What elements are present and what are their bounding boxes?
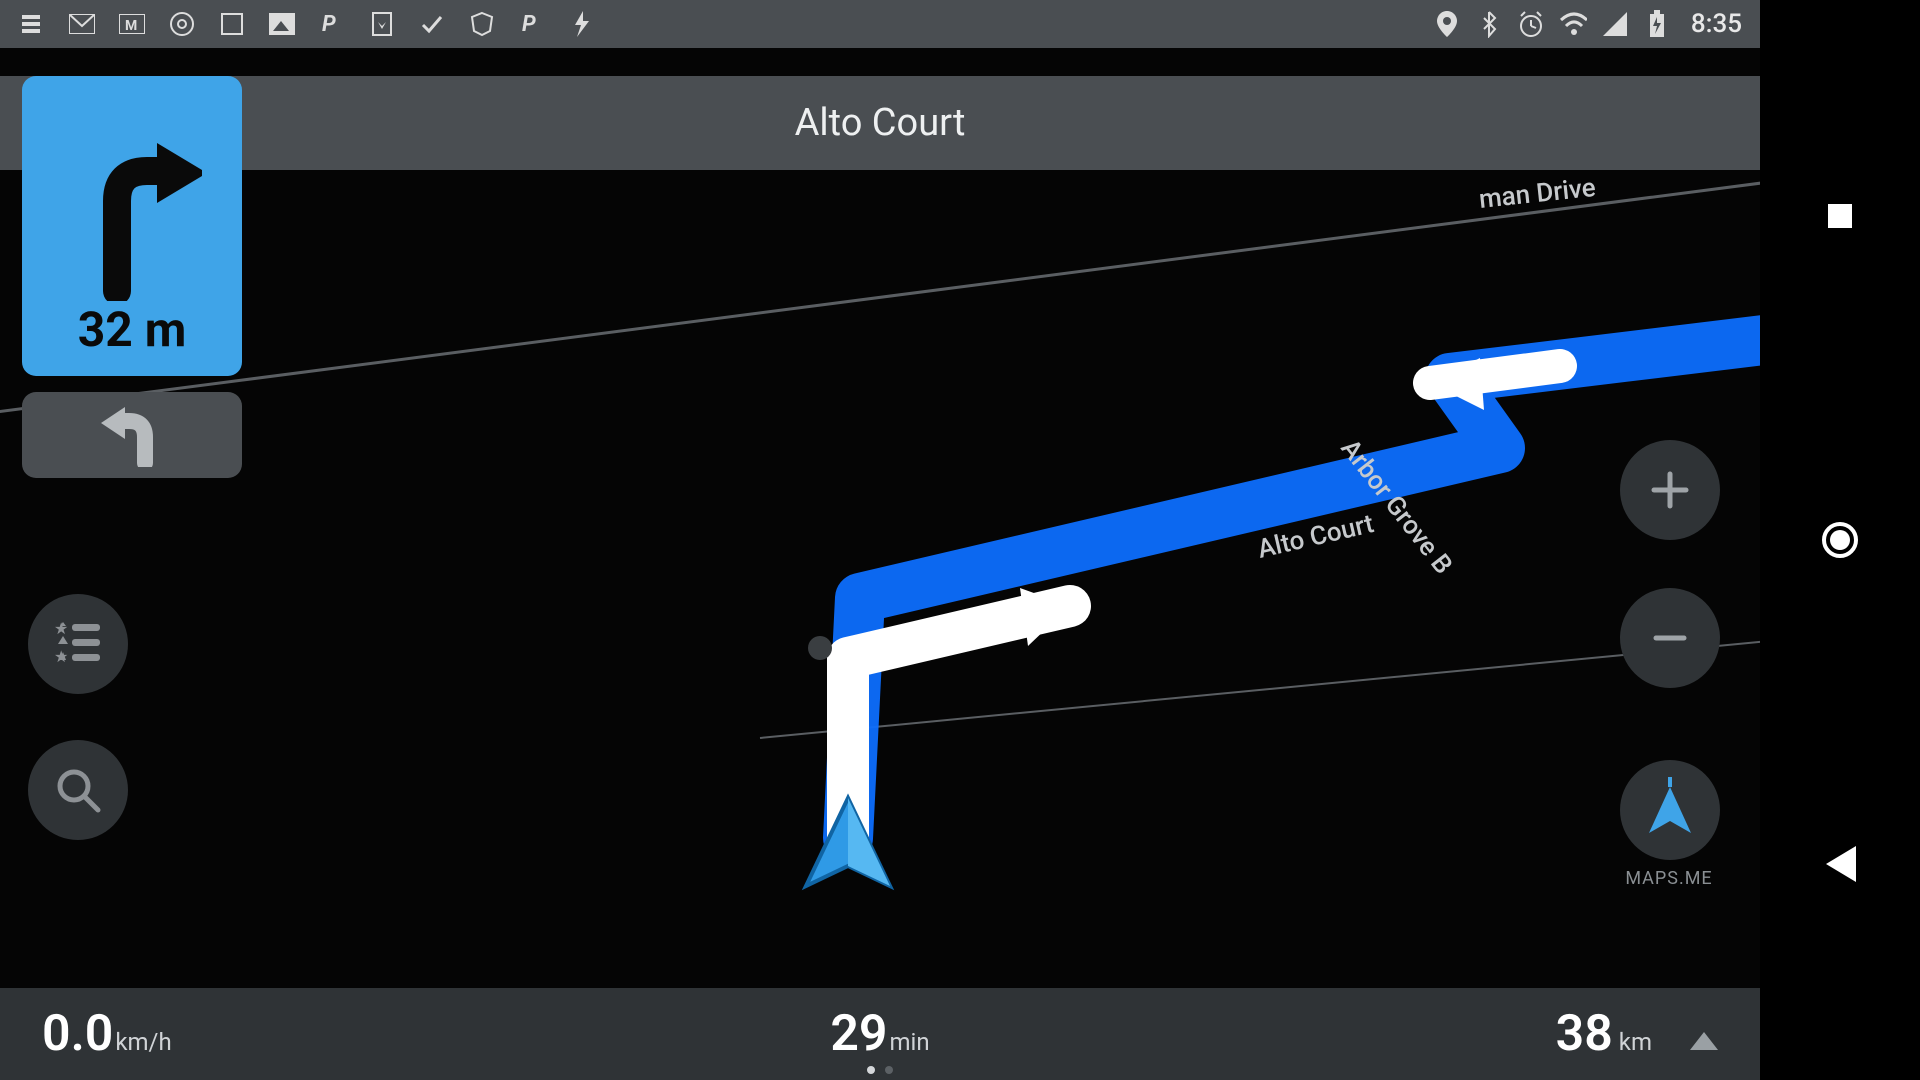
battery-icon (1643, 10, 1671, 38)
search-button[interactable] (28, 740, 128, 840)
check-icon (418, 10, 446, 38)
download-icon (368, 10, 396, 38)
wifi-icon (1559, 10, 1587, 38)
speed-value: 0.0 (42, 1005, 113, 1063)
bookmarks-button[interactable]: ★ ★ (28, 594, 128, 694)
signal-icon (1601, 10, 1629, 38)
recent-apps-button[interactable] (1818, 194, 1862, 238)
bolt-icon (568, 10, 596, 38)
page-indicator (867, 1066, 893, 1074)
eta-value: 29 (830, 1005, 887, 1063)
svg-text:★: ★ (54, 647, 68, 666)
next-turn-card[interactable]: 32 m (22, 76, 242, 376)
speed-unit: km/h (115, 1028, 171, 1056)
mail-icon (68, 10, 96, 38)
compass-button[interactable] (1620, 760, 1720, 860)
paypal2-icon: P (518, 10, 546, 38)
svg-text:★: ★ (54, 622, 68, 638)
bookmarks-icon: ★ ★ (52, 622, 104, 666)
zoom-in-button[interactable] (1620, 440, 1720, 540)
search-icon (54, 766, 102, 814)
back-button[interactable] (1818, 842, 1862, 886)
eta-metric: 29min (830, 1005, 929, 1063)
plus-icon (1648, 468, 1692, 512)
gmail-icon: M (118, 10, 146, 38)
turn-distance: 32 m (78, 301, 187, 358)
distance-value: 38 (1556, 1005, 1613, 1063)
shield-icon (468, 10, 496, 38)
svg-text:P: P (522, 12, 536, 37)
app-icon (18, 10, 46, 38)
android-status-bar: M P P 8:35 (0, 0, 1760, 48)
alarm-icon (1517, 10, 1545, 38)
road-label-drive: man Drive (1478, 173, 1598, 215)
compass-label: MAPS.ME (1616, 868, 1722, 889)
street-name-label: Alto Court (795, 101, 966, 145)
chrome-icon (168, 10, 196, 38)
map-canvas[interactable]: Alto Court Arbor Grove B man Drive (0, 48, 1760, 1080)
speed-metric: 0.0km/h (42, 1005, 172, 1063)
status-clock: 8:35 (1691, 9, 1742, 39)
minus-icon (1648, 616, 1692, 660)
trip-status-bar[interactable]: 0.0km/h 29min 38km (0, 988, 1760, 1080)
photo-icon (268, 10, 296, 38)
location-icon (1433, 10, 1461, 38)
turn-left-icon (97, 403, 167, 467)
paypal-icon: P (318, 10, 346, 38)
svg-text:P: P (322, 12, 336, 37)
android-nav-bar (1760, 0, 1920, 1080)
bluetooth-icon (1475, 10, 1503, 38)
turn-right-icon (62, 131, 202, 301)
square-icon (218, 10, 246, 38)
following-turn-card[interactable] (22, 392, 242, 478)
distance-metric: 38km (1556, 1005, 1718, 1063)
compass-icon (1643, 777, 1697, 843)
eta-unit: min (890, 1028, 930, 1056)
expand-icon[interactable] (1690, 1032, 1718, 1054)
distance-unit: km (1619, 1028, 1652, 1056)
street-name-bar[interactable]: Alto Court (0, 76, 1760, 170)
zoom-out-button[interactable] (1620, 588, 1720, 688)
home-button[interactable] (1818, 518, 1862, 562)
svg-text:M: M (125, 18, 137, 34)
